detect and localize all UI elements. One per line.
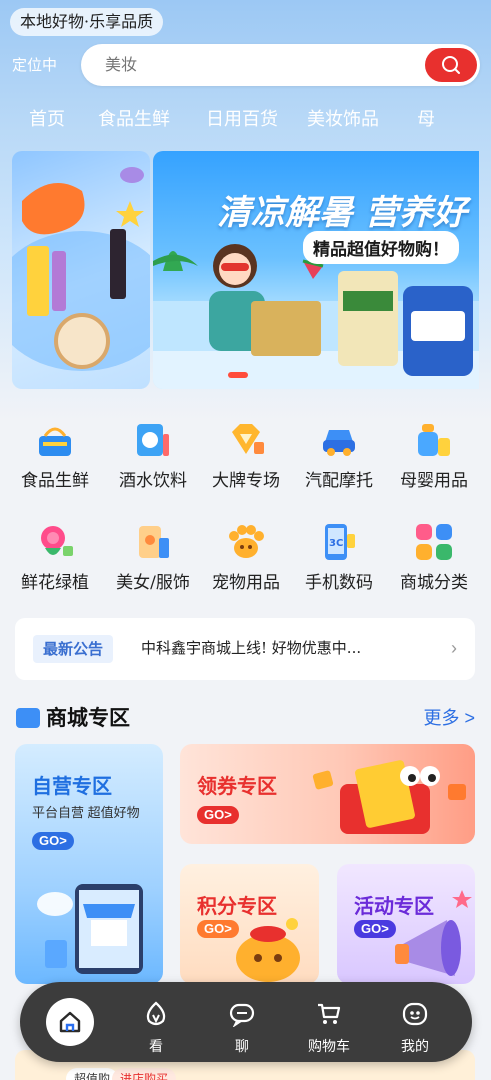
cart-icon [318,1003,341,1024]
megaphone-illustration [395,890,472,976]
promo-banner[interactable]: 清凉解暑 营养好 精品超值好物购！ [153,151,479,389]
baby-bottle-icon [414,420,454,460]
search-icon [442,56,460,74]
grid-item-auto[interactable]: 汽配摩托 [290,420,388,491]
announcement-tag: 最新公告 [33,635,114,663]
banner-side-image[interactable] [12,151,150,389]
tab-mother[interactable]: 母 [417,104,435,136]
zone-points[interactable]: 积分专区 GO> [180,864,319,984]
section-title: 商城专区 [16,702,130,732]
announcement-text: 中科鑫宇商城上线! 好物优惠中... [141,639,362,657]
grid-item-food[interactable]: 食品生鲜 [6,420,104,491]
chevron-right-icon: › [451,638,457,658]
search-input[interactable] [105,44,405,86]
tab-watch[interactable]: 看 [121,982,191,1062]
bottom-tab-bar: 看 聊 购物车 我的 [20,982,472,1062]
tag-value-buy: 超值购 [66,1068,119,1080]
svg-text:3C: 3C [329,538,343,549]
search-button[interactable] [425,48,477,82]
category-tabs: 首页 食品生鲜 日用百货 美妆饰品 母 [0,104,491,138]
coupon-illustration [312,760,466,834]
carousel-indicator [228,372,248,378]
grid-item-brands[interactable]: 大牌专场 [197,420,295,491]
banner-title: 清凉解暑 营养好 [217,193,467,233]
cosmetics-illustration [12,167,150,371]
category-grid: 食品生鲜 酒水饮料 大牌专场 汽配摩托 母婴用品 鲜花绿植 美女/服饰 宠物用品… [0,418,491,610]
search-bar[interactable] [81,44,480,86]
tab-cart[interactable]: 购物车 [294,982,364,1062]
tab-food[interactable]: 食品生鲜 [98,104,170,136]
store-icon [16,708,40,728]
tab-daily[interactable]: 日用百货 [206,104,278,136]
flower-icon [35,522,75,562]
zone-coupons[interactable]: 领券专区 GO> [180,744,475,844]
drink-icon [133,420,173,460]
grid-item-flowers[interactable]: 鲜花绿植 [6,522,104,593]
clothing-icon [133,522,173,562]
chat-icon [229,1003,255,1027]
grid-item-drinks[interactable]: 酒水饮料 [104,420,202,491]
tab-home[interactable]: 首页 [29,104,65,136]
location-button[interactable]: 定位中 [12,54,57,75]
zone-events[interactable]: 活动专区 GO> [337,864,475,984]
announcement-bar[interactable]: 最新公告 中科鑫宇商城上线! 好物优惠中... › [15,618,475,680]
watch-icon [146,1001,166,1026]
tab-beauty[interactable]: 美妆饰品 [307,104,379,136]
home-icon [59,1011,81,1033]
car-icon [319,420,359,460]
grid-item-all-categories[interactable]: 商城分类 [385,522,483,593]
profile-icon [402,1002,428,1026]
grid-item-digital[interactable]: 3C 手机数码 [290,522,388,593]
points-illustration [236,918,300,982]
phone-icon: 3C [319,522,359,562]
slogan-badge: 本地好物·乐享品质 [10,8,164,36]
tab-chat[interactable]: 聊 [207,982,277,1062]
basket-icon [35,420,75,460]
paw-icon [226,522,266,562]
grid-item-apparel[interactable]: 美女/服饰 [104,522,202,593]
tab-home-nav[interactable] [34,982,104,1062]
grid-icon [414,522,454,562]
storefront-illustration [37,884,143,974]
grid-item-pets[interactable]: 宠物用品 [197,522,295,593]
more-link[interactable]: 更多 > [423,704,475,730]
tab-profile[interactable]: 我的 [380,982,450,1062]
home-button[interactable] [46,998,94,1046]
tag-store-buy[interactable]: 进店购买 [112,1068,177,1080]
diamond-icon [226,420,266,460]
grid-item-baby[interactable]: 母婴用品 [385,420,483,491]
banner-subtitle: 精品超值好物购！ [303,231,459,264]
zone-self-operated[interactable]: 自营专区 平台自营 超值好物 GO> [15,744,163,984]
